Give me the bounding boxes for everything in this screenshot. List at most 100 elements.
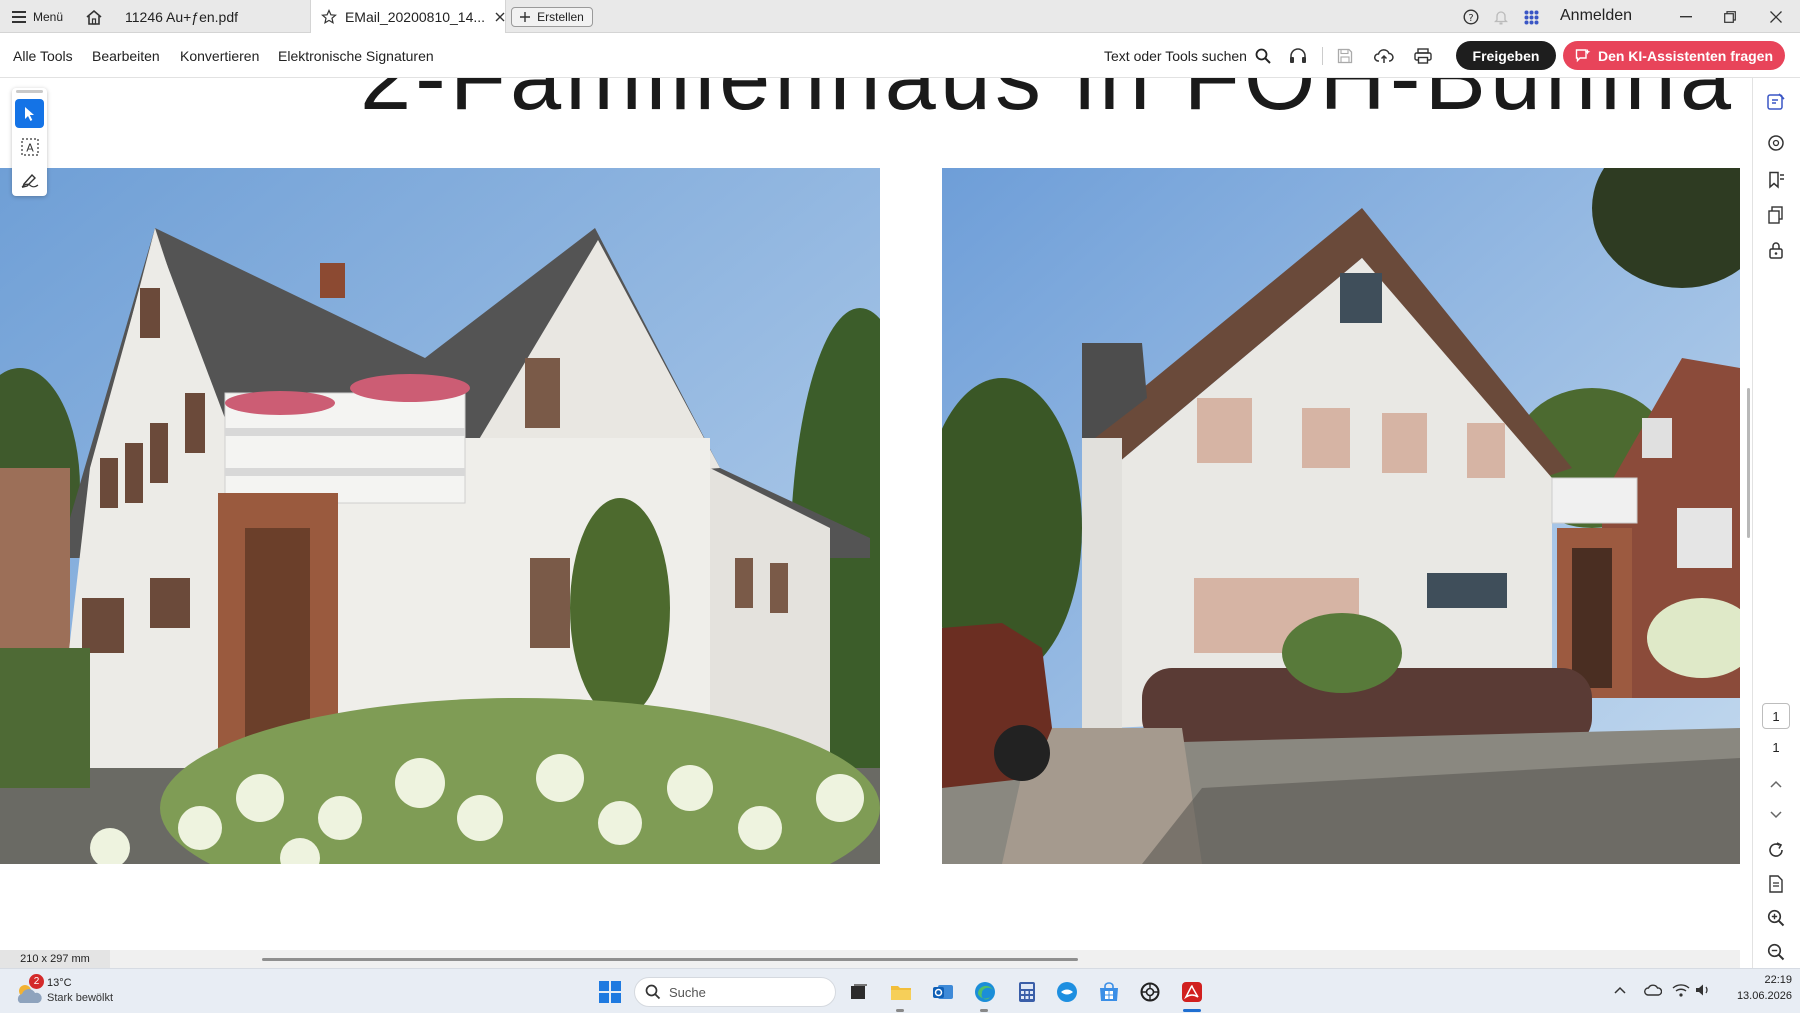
windows-taskbar: 2 13°C Stark bewölkt Suche 22:19 13.06.2… xyxy=(0,968,1800,1013)
search-placeholder: Suche xyxy=(669,984,706,1000)
svg-text:?: ? xyxy=(1468,13,1473,24)
chevron-down-icon[interactable] xyxy=(1764,803,1788,827)
tab-label: EMail_20200810_14... xyxy=(344,8,486,25)
menu-edit[interactable]: Bearbeiten xyxy=(92,33,160,78)
menu-all-tools[interactable]: Alle Tools xyxy=(13,33,73,78)
status-bar: 210 x 297 mm xyxy=(0,950,1740,968)
page-number-input[interactable]: 1 xyxy=(1762,703,1790,729)
drag-handle[interactable] xyxy=(16,90,43,93)
minimize-icon[interactable] xyxy=(1676,8,1696,26)
pen-draw-icon xyxy=(21,173,38,188)
weather-desc: Stark bewölkt xyxy=(47,992,114,1004)
zoom-in-icon[interactable] xyxy=(1764,906,1788,930)
upload-cloud-icon[interactable] xyxy=(1373,45,1395,67)
tab-label: 11246 Au+ƒen.pdf xyxy=(125,8,239,25)
main-toolbar: Alle Tools Bearbeiten Konvertieren Elekt… xyxy=(0,33,1800,78)
clock-time[interactable]: 22:19 xyxy=(1740,974,1792,986)
tab-bar: Menü 11246 Au+ƒen.pdf EMail_20200810_14.… xyxy=(0,0,1800,33)
search-tools-label: Text oder Tools suchen xyxy=(1104,47,1247,64)
volume-icon[interactable] xyxy=(1694,981,1712,999)
text-box-icon: A xyxy=(20,137,39,156)
pages-icon[interactable] xyxy=(1764,203,1788,227)
menu-label: Menü xyxy=(33,10,64,24)
plus-icon xyxy=(520,12,531,22)
search-tools-button[interactable]: Text oder Tools suchen xyxy=(1104,33,1271,78)
weather-temp: 13°C xyxy=(47,977,72,989)
start-button[interactable] xyxy=(594,976,626,1008)
ai-assistant-label: Den KI-Assistenten fragen xyxy=(1597,47,1774,64)
ai-chat-icon xyxy=(1575,49,1591,63)
page-total: 1 xyxy=(1772,740,1780,755)
share-label: Freigeben xyxy=(1472,47,1540,64)
close-tab-icon[interactable] xyxy=(495,12,505,22)
horizontal-scrollbar[interactable] xyxy=(262,958,1078,961)
page-size-label: 210 x 297 mm xyxy=(0,950,110,968)
onedrive-cloud-icon[interactable] xyxy=(1644,982,1662,998)
edge-browser-icon[interactable] xyxy=(969,976,1001,1008)
read-aloud-icon[interactable] xyxy=(1287,45,1309,67)
running-app-indicator xyxy=(980,1009,988,1012)
bookmark-icon[interactable] xyxy=(1764,168,1788,192)
bell-icon[interactable] xyxy=(1492,8,1510,26)
menu-e-signatures[interactable]: Elektronische Signaturen xyxy=(278,33,434,78)
signin-link[interactable]: Anmelden xyxy=(1560,7,1632,25)
cursor-arrow-icon xyxy=(24,106,34,121)
chevron-up-icon[interactable] xyxy=(1764,772,1788,796)
house-photo-left xyxy=(0,168,880,864)
document-viewport[interactable]: 2-Familienhaus in FOH-Buninausen xyxy=(0,78,1740,950)
file-explorer-icon[interactable] xyxy=(885,976,917,1008)
store-icon[interactable] xyxy=(1093,976,1125,1008)
search-icon xyxy=(645,984,661,1000)
chat-app-icon[interactable] xyxy=(1051,976,1083,1008)
text-select-tool-button[interactable]: A xyxy=(15,132,44,161)
right-tool-rail: 1 1 xyxy=(1747,78,1800,968)
task-view-icon[interactable] xyxy=(843,976,875,1008)
close-window-icon[interactable] xyxy=(1766,8,1786,26)
hamburger-icon xyxy=(12,11,26,23)
restore-icon[interactable] xyxy=(1720,8,1740,26)
weather-widget[interactable]: 2 13°C Stark bewölkt xyxy=(14,974,144,1009)
help-icon[interactable]: ? xyxy=(1462,8,1480,26)
active-app-indicator xyxy=(1183,1009,1201,1012)
house-photo-right xyxy=(942,168,1740,864)
search-icon xyxy=(1255,48,1271,64)
share-button[interactable]: Freigeben xyxy=(1456,41,1556,70)
comment-icon[interactable] xyxy=(1764,131,1788,155)
apps-grid-icon[interactable] xyxy=(1522,8,1540,26)
clock-date[interactable]: 13.06.2026 xyxy=(1722,990,1792,1002)
create-label: Erstellen xyxy=(537,10,584,24)
tab-document-2[interactable]: EMail_20200810_14... xyxy=(310,0,506,33)
toolbar-divider xyxy=(1322,47,1323,65)
outlook-icon[interactable] xyxy=(927,976,959,1008)
acrobat-icon[interactable] xyxy=(1176,976,1208,1008)
wifi-icon[interactable] xyxy=(1672,981,1690,999)
star-icon[interactable] xyxy=(321,8,337,25)
weather-badge: 2 xyxy=(29,974,44,989)
lock-icon[interactable] xyxy=(1764,238,1788,262)
page-settings-icon[interactable] xyxy=(1764,872,1788,896)
menu-button[interactable]: Menü xyxy=(12,8,63,26)
windows-logo-icon xyxy=(599,981,621,1003)
rotate-icon[interactable] xyxy=(1764,838,1788,862)
draw-tool-button[interactable] xyxy=(15,165,44,194)
tab-document-1[interactable]: 11246 Au+ƒen.pdf xyxy=(112,0,309,33)
home-icon[interactable] xyxy=(84,7,104,27)
rail-divider xyxy=(1752,78,1753,968)
edit-panel-icon[interactable] xyxy=(1764,90,1788,114)
zoom-out-icon[interactable] xyxy=(1764,940,1788,964)
calculator-icon[interactable] xyxy=(1011,976,1043,1008)
document-headline: 2-Familienhaus in FOH-Buninausen xyxy=(360,78,1740,129)
running-app-indicator xyxy=(896,1009,904,1012)
vertical-scrollbar[interactable] xyxy=(1747,388,1750,538)
floating-tools-panel: A xyxy=(12,88,47,196)
svg-text:A: A xyxy=(26,141,34,154)
create-button[interactable]: Erstellen xyxy=(511,7,593,27)
chatgpt-icon[interactable] xyxy=(1134,976,1166,1008)
select-tool-button[interactable] xyxy=(15,99,44,128)
save-icon[interactable] xyxy=(1334,45,1356,67)
print-icon[interactable] xyxy=(1412,45,1434,67)
show-hidden-icons-chevron-icon[interactable] xyxy=(1612,982,1628,998)
taskbar-search[interactable]: Suche xyxy=(634,977,836,1007)
menu-convert[interactable]: Konvertieren xyxy=(180,33,259,78)
ai-assistant-button[interactable]: Den KI-Assistenten fragen xyxy=(1563,41,1785,70)
